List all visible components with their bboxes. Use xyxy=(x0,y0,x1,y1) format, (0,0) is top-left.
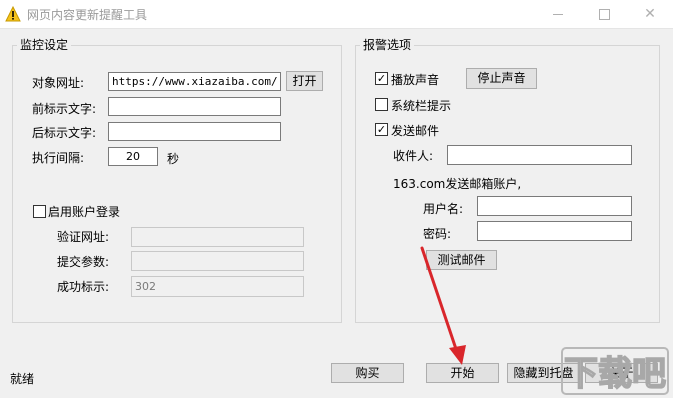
watermark-text: 下载吧 xyxy=(564,354,666,394)
watermark-logo: 下载吧 xyxy=(560,338,670,395)
annotation-arrow xyxy=(420,246,466,365)
